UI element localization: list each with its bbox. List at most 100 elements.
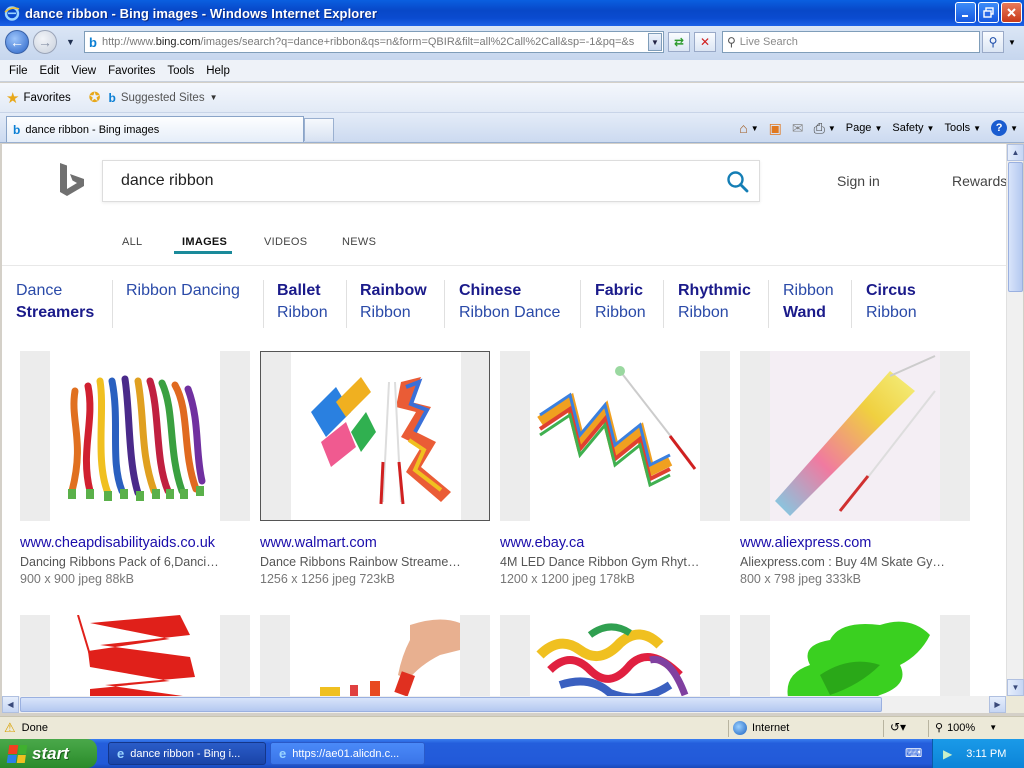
live-search-input[interactable]: ⚲ Live Search — [722, 31, 980, 53]
suggested-sites-button[interactable]: Suggested Sites — [121, 92, 205, 104]
address-url[interactable]: http://www.bing.com/images/search?q=danc… — [102, 36, 648, 48]
taskbar: start e dance ribbon - Bing i... e https… — [0, 739, 1024, 768]
suggested-sites-dropdown[interactable]: ▼ — [210, 93, 218, 102]
close-button[interactable] — [1001, 2, 1022, 23]
help-button[interactable]: ? ▼ — [991, 120, 1018, 136]
image-result-6[interactable] — [260, 615, 490, 696]
zoom-level: 100% — [947, 721, 976, 734]
taskbar-item-bing[interactable]: e dance ribbon - Bing i... — [108, 742, 266, 765]
tab-news[interactable]: NEWS — [342, 236, 376, 248]
menu-file[interactable]: File — [9, 65, 28, 77]
scroll-left-button[interactable]: ◀ — [2, 696, 19, 713]
scroll-right-button[interactable]: ▶ — [989, 696, 1006, 713]
address-bar[interactable]: b http://www.bing.com/images/search?q=da… — [84, 31, 664, 53]
minimize-button[interactable] — [955, 2, 976, 23]
vertical-scrollbar[interactable]: ▲ ▼ — [1006, 144, 1024, 696]
network-icon[interactable]: ▶ — [943, 747, 952, 761]
related-rainbow-ribbon[interactable]: Rainbow Ribbon — [360, 280, 427, 324]
menu-help[interactable]: Help — [206, 65, 230, 77]
clock[interactable]: 3:11 PM — [966, 748, 1006, 760]
image-result-1[interactable] — [20, 351, 250, 521]
related-line-2: Ribbon — [678, 304, 729, 321]
related-ribbon-dancing[interactable]: Ribbon Dancing — [126, 280, 240, 302]
result-1-source[interactable]: www.cheapdisabilityaids.co.uk — [20, 535, 215, 551]
print-button[interactable]: ⎙ ▼ — [814, 120, 836, 137]
rewards-link[interactable]: Rewards — [952, 173, 1006, 189]
horizontal-scroll-thumb[interactable] — [20, 697, 882, 712]
search-options-dropdown[interactable]: ▼ — [1005, 31, 1019, 53]
feeds-button[interactable]: ▣ — [769, 120, 782, 137]
related-line-1: Dance — [16, 282, 63, 299]
menu-view[interactable]: View — [71, 65, 96, 77]
stop-button[interactable]: ✕ — [694, 32, 716, 52]
menu-favorites[interactable]: Favorites — [108, 65, 155, 77]
protected-mode-icon[interactable]: ↺▾ — [890, 720, 906, 734]
active-tab-indicator — [174, 251, 232, 254]
related-dance-streamers[interactable]: Dance Streamers — [16, 280, 94, 324]
new-tab-button[interactable] — [304, 118, 334, 141]
taskbar-item-alicdn[interactable]: e https://ae01.alicdn.c... — [270, 742, 425, 765]
related-line-1: Fabric — [595, 282, 644, 299]
add-favorites-icon[interactable]: ✪ — [89, 89, 101, 106]
safety-menu[interactable]: Safety ▼ — [892, 122, 934, 134]
bing-search-input[interactable] — [121, 167, 701, 195]
tab-images[interactable]: IMAGES — [182, 236, 227, 248]
related-ballet-ribbon[interactable]: Ballet Ribbon — [277, 280, 328, 324]
security-zone[interactable]: Internet — [733, 721, 789, 735]
result-3-desc[interactable]: 4M LED Dance Ribbon Gym Rhyt… — [500, 555, 730, 569]
result-2-desc[interactable]: Dance Ribbons Rainbow Streame… — [260, 555, 490, 569]
favorites-star-icon: ★ — [6, 89, 20, 107]
gradient-ribbon-thumbnail — [775, 355, 936, 516]
minimize-icon — [961, 14, 968, 17]
favorites-button[interactable]: Favorites — [23, 92, 70, 104]
result-1-desc[interactable]: Dancing Ribbons Pack of 6,Danci… — [20, 555, 250, 569]
related-fabric-ribbon[interactable]: Fabric Ribbon — [595, 280, 646, 324]
forward-button[interactable]: → — [33, 30, 57, 54]
result-3-size: 1200 x 1200 jpeg 178kB — [500, 572, 635, 586]
related-ribbon-wand[interactable]: Ribbon Wand — [783, 280, 834, 324]
tab-bing-images[interactable]: b dance ribbon - Bing images — [6, 116, 304, 142]
vertical-scroll-thumb[interactable] — [1008, 162, 1023, 292]
start-button[interactable]: start — [0, 739, 97, 768]
scroll-down-button[interactable]: ▼ — [1007, 679, 1024, 696]
result-4-source[interactable]: www.aliexpress.com — [740, 535, 871, 551]
menu-tools[interactable]: Tools — [167, 65, 194, 77]
zoom-control[interactable]: ⚲ 100% ▼ — [935, 721, 997, 735]
keyboard-icon[interactable]: ⌨ — [905, 746, 922, 760]
related-searches: Dance Streamers Ribbon Dancing Ballet Ri… — [2, 280, 1006, 328]
image-result-3[interactable] — [500, 351, 730, 521]
image-result-7[interactable] — [500, 615, 730, 696]
recent-pages-dropdown[interactable]: ▼ — [66, 37, 75, 47]
tab-all[interactable]: ALL — [122, 236, 142, 248]
url-domain: bing.com — [155, 36, 201, 48]
image-result-2[interactable] — [260, 351, 490, 521]
home-button[interactable]: ⌂ ▼ — [739, 120, 758, 136]
horizontal-scrollbar[interactable]: ◀ ▶ — [2, 696, 1006, 713]
result-3-source[interactable]: www.ebay.ca — [500, 535, 584, 551]
related-chinese-ribbon-dance[interactable]: Chinese Ribbon Dance — [459, 280, 560, 324]
image-result-5[interactable] — [20, 615, 250, 696]
forward-arrow-icon: → — [38, 34, 52, 50]
result-4-desc[interactable]: Aliexpress.com : Buy 4M Skate Gy… — [740, 555, 970, 569]
bing-logo-icon[interactable] — [58, 162, 86, 200]
system-tray: ▶ 3:11 PM — [932, 739, 1024, 768]
refresh-button[interactable]: ⇄ — [668, 32, 690, 52]
image-result-8[interactable] — [740, 615, 970, 696]
maximize-button[interactable] — [978, 2, 999, 23]
related-rhythmic-ribbon[interactable]: Rhythmic Ribbon — [678, 280, 751, 324]
page-menu[interactable]: Page ▼ — [846, 122, 883, 134]
search-icon[interactable] — [725, 169, 751, 195]
tab-videos[interactable]: VIDEOS — [264, 236, 307, 248]
address-dropdown[interactable]: ▼ — [648, 33, 662, 51]
result-2-source[interactable]: www.walmart.com — [260, 535, 377, 551]
scroll-up-button[interactable]: ▲ — [1007, 144, 1024, 161]
tools-menu[interactable]: Tools ▼ — [944, 122, 981, 134]
search-icon: ⚲ — [727, 35, 736, 49]
image-result-4[interactable] — [740, 351, 970, 521]
related-circus-ribbon[interactable]: Circus Ribbon — [866, 280, 917, 324]
search-go-button[interactable]: ⚲ — [982, 31, 1004, 53]
mail-button[interactable]: ✉ — [792, 120, 804, 137]
back-button[interactable]: ← — [5, 30, 29, 54]
sign-in-link[interactable]: Sign in — [837, 173, 880, 189]
menu-edit[interactable]: Edit — [40, 65, 60, 77]
